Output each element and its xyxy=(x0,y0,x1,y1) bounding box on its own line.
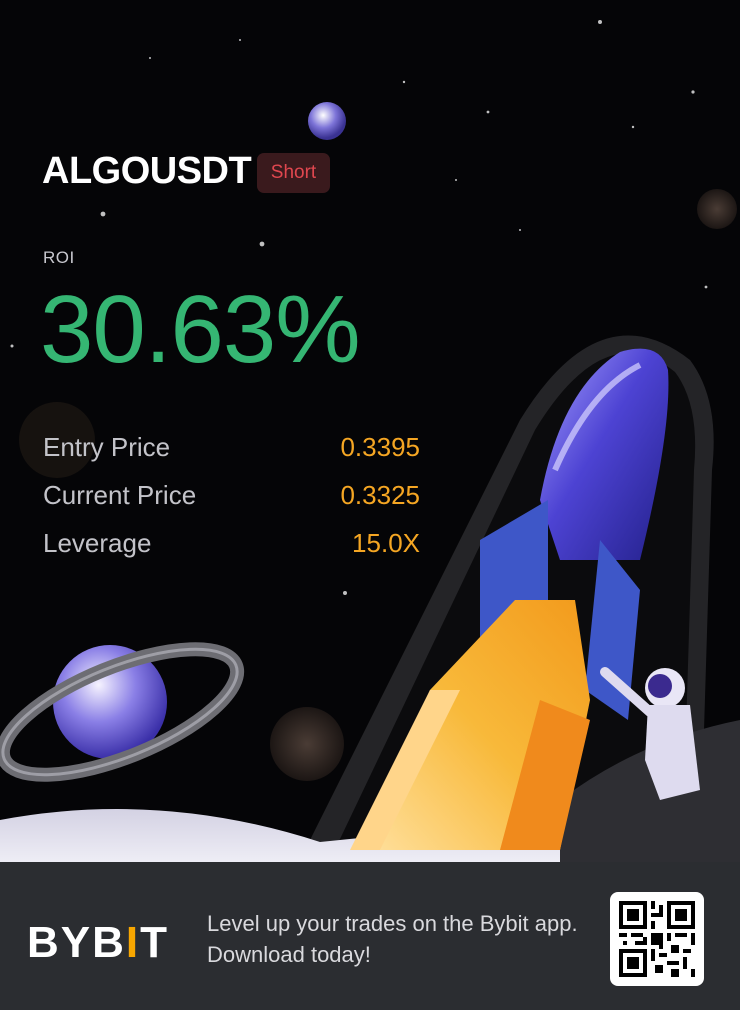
leverage-value: 15.0X xyxy=(352,528,420,558)
current-price-label: Current Price xyxy=(43,480,197,510)
qr-code-icon[interactable] xyxy=(610,892,704,986)
roi-label: ROI xyxy=(43,248,75,267)
trading-pair: ALGOUSDT xyxy=(42,150,252,192)
pnl-share-card: ALGOUSDT Short ROI 30.63% Entry Price 0.… xyxy=(0,0,740,1010)
promo-tagline: Level up your trades on the Bybit app. D… xyxy=(207,911,578,967)
current-price-value: 0.3325 xyxy=(340,480,420,510)
position-side-badge: Short xyxy=(257,153,330,193)
space-background-illustration xyxy=(0,20,740,862)
entry-price-value: 0.3395 xyxy=(340,432,420,462)
roi-value: 30.63% xyxy=(40,276,361,383)
bybit-logo: BYBIT xyxy=(27,918,170,967)
planet-illustration xyxy=(0,642,245,782)
leverage-label: Leverage xyxy=(43,528,152,558)
entry-price-label: Entry Price xyxy=(43,432,171,462)
